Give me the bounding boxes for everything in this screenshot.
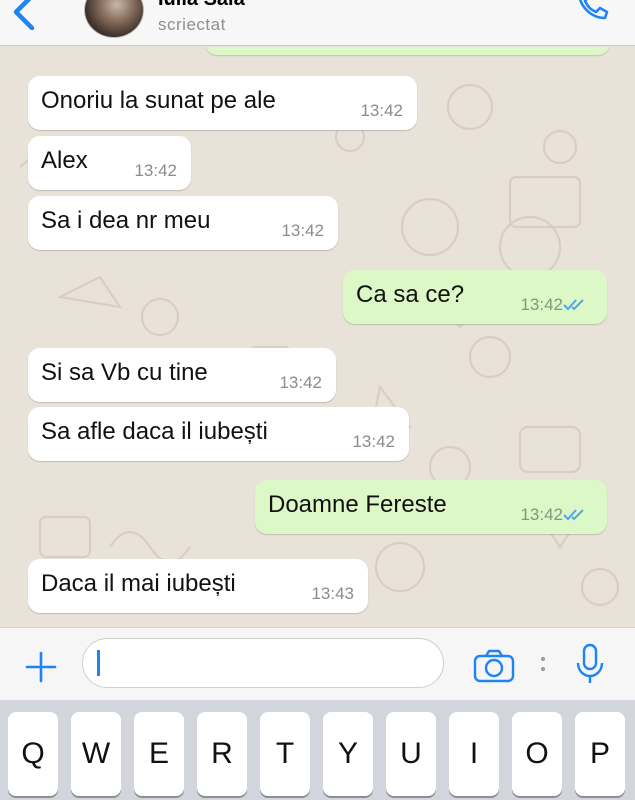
message-text: Sa i dea nr meu xyxy=(41,207,211,234)
key-e[interactable]: E xyxy=(134,712,184,796)
message-time: 13:42 xyxy=(279,373,322,392)
message-text: Onoriu la sunat pe ale xyxy=(41,87,276,114)
message-bubble[interactable]: Alex 13:42 xyxy=(28,136,191,190)
plus-icon[interactable] xyxy=(24,650,58,684)
avatar[interactable] xyxy=(84,0,144,38)
message-time: 13:42 xyxy=(134,161,177,180)
microphone-icon[interactable] xyxy=(575,642,605,686)
phone-icon[interactable] xyxy=(575,0,611,22)
key-q[interactable]: Q xyxy=(8,712,58,796)
key-p[interactable]: P xyxy=(575,712,625,796)
message-text: Si sa Vb cu tine xyxy=(41,359,208,386)
message-bubble[interactable]: Doamne Fereste 13:42 xyxy=(255,480,607,534)
message-input[interactable] xyxy=(82,638,444,688)
message-list[interactable]: Onoriu la sunat pe ale 13:42 Alex 13:42 … xyxy=(0,47,635,627)
message-text: Doamne Fereste xyxy=(268,491,447,518)
message-time: 13:42 xyxy=(520,295,563,314)
message-text: Alex xyxy=(41,147,88,174)
key-o[interactable]: O xyxy=(512,712,562,796)
partial-message-bubble xyxy=(205,47,610,55)
key-r[interactable]: R xyxy=(197,712,247,796)
message-time: 13:42 xyxy=(352,432,395,451)
chat-header: Iulia Sala scriectat xyxy=(0,0,635,46)
key-w[interactable]: W xyxy=(71,712,121,796)
key-y[interactable]: Y xyxy=(323,712,373,796)
key-t[interactable]: T xyxy=(260,712,310,796)
message-bubble[interactable]: Onoriu la sunat pe ale 13:42 xyxy=(28,76,417,130)
message-bubble[interactable]: Sa afle daca il iubești 13:42 xyxy=(28,407,409,461)
double-check-icon xyxy=(563,509,584,521)
chat-wallpaper xyxy=(19,83,620,607)
chevron-left-icon[interactable] xyxy=(6,0,42,30)
message-text: Daca il mai iubești xyxy=(41,570,236,597)
message-text: Sa afle daca il iubești xyxy=(41,418,268,445)
message-time: 13:42 xyxy=(520,505,563,524)
message-input-bar xyxy=(0,627,635,700)
message-bubble[interactable]: Daca il mai iubești 13:43 xyxy=(28,559,368,613)
text-caret xyxy=(97,650,100,676)
message-bubble[interactable]: Ca sa ce? 13:42 xyxy=(343,270,607,324)
message-time: 13:42 xyxy=(360,101,403,120)
key-i[interactable]: I xyxy=(449,712,499,796)
message-text: Ca sa ce? xyxy=(356,281,465,308)
keyboard: Q W E R T Y U I O P xyxy=(0,700,635,800)
message-bubble[interactable]: Sa i dea nr meu 13:42 xyxy=(28,196,338,250)
message-bubble[interactable]: Si sa Vb cu tine 13:42 xyxy=(28,348,336,402)
camera-icon[interactable] xyxy=(472,648,516,684)
message-time: 13:42 xyxy=(281,221,324,240)
key-u[interactable]: U xyxy=(386,712,436,796)
double-check-icon xyxy=(563,299,584,311)
typing-status: scriectat xyxy=(158,15,226,34)
more-icon[interactable] xyxy=(536,650,550,680)
message-time: 13:43 xyxy=(311,584,354,603)
contact-name[interactable]: Iulia Sala xyxy=(158,0,245,11)
